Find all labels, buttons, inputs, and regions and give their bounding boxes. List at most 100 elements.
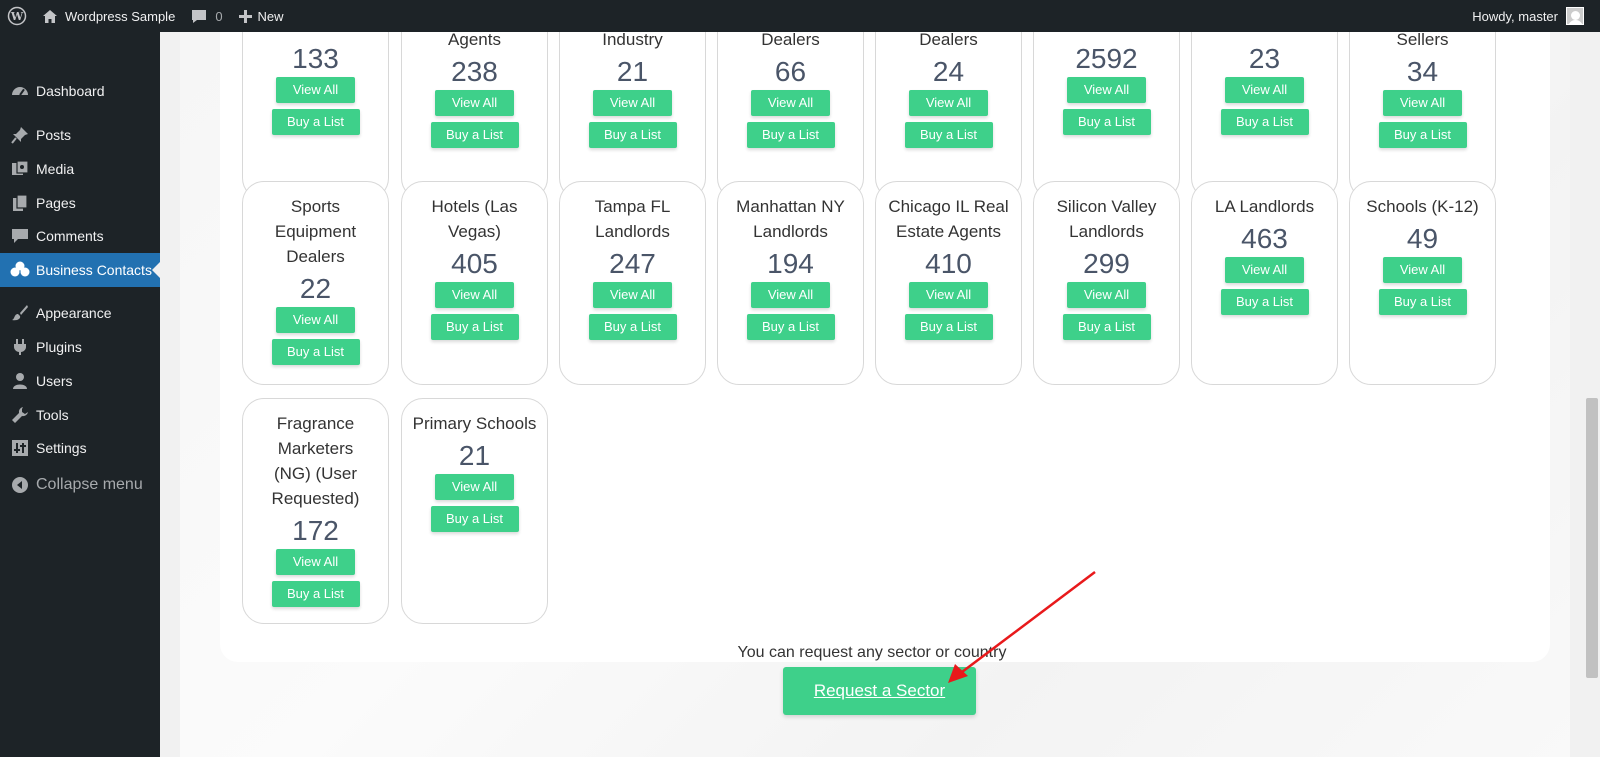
view-all-button[interactable]: View All	[1067, 77, 1146, 103]
view-all-button[interactable]: View All	[593, 90, 672, 116]
buy-a-list-button[interactable]: Buy a List	[1378, 122, 1467, 148]
buy-a-list-button[interactable]: Buy a List	[271, 339, 360, 365]
sector-card: Schools (K-12) 49 View All Buy a List	[1349, 181, 1496, 385]
menu-label: Business Contacts	[36, 262, 152, 278]
buy-a-list-button[interactable]: Buy a List	[271, 109, 360, 135]
sector-card: Dealers 24 View All Buy a List	[875, 32, 1022, 200]
menu-item-comments[interactable]: Comments	[0, 219, 160, 253]
buy-a-list-button[interactable]: Buy a List	[271, 581, 360, 607]
buy-a-list-button[interactable]: Buy a List	[1220, 289, 1309, 315]
sector-name: Industry	[602, 32, 663, 49]
greeting: Howdy, master	[1472, 8, 1558, 24]
my-account-link[interactable]: Howdy, master	[1464, 0, 1600, 32]
brush-icon	[0, 304, 36, 322]
sector-count: 299	[1083, 248, 1130, 279]
comments-link[interactable]: 0	[183, 0, 230, 32]
sector-name: Tampa FL Landlords	[594, 197, 671, 241]
view-all-button[interactable]: View All	[435, 282, 514, 308]
view-all-button[interactable]: View All	[435, 90, 514, 116]
buy-a-list-button[interactable]: Buy a List	[1062, 109, 1151, 135]
buy-a-list-button[interactable]: Buy a List	[1220, 109, 1309, 135]
sector-count: 247	[609, 248, 656, 279]
view-all-button[interactable]: View All	[1383, 257, 1462, 283]
sector-name: Primary Schools	[412, 414, 537, 433]
new-content-link[interactable]: New	[231, 0, 292, 32]
sector-count: 405	[451, 248, 498, 279]
buy-a-list-button[interactable]: Buy a List	[588, 122, 677, 148]
sector-count: 23	[1248, 43, 1281, 74]
menu-label: Dashboard	[36, 83, 105, 99]
view-all-button[interactable]: View All	[593, 282, 672, 308]
request-sector-text: You can request any sector or country	[737, 644, 1007, 661]
menu-item-appearance[interactable]: Appearance	[0, 296, 160, 330]
view-all-button[interactable]: View All	[751, 90, 830, 116]
view-all-button[interactable]: View All	[276, 77, 355, 103]
sector-name: Agents	[448, 32, 501, 49]
view-all-button[interactable]: View All	[909, 90, 988, 116]
view-all-button[interactable]: View All	[276, 549, 355, 575]
menu-item-dashboard[interactable]: Dashboard	[0, 74, 160, 108]
site-name-link[interactable]: Wordpress Sample	[34, 0, 183, 32]
buy-a-list-button[interactable]: Buy a List	[746, 122, 835, 148]
settings-icon	[0, 439, 36, 457]
menu-label: Tools	[36, 407, 69, 423]
sector-name: Sports Equipment Dealers	[274, 197, 357, 266]
menu-item-tools[interactable]: Tools	[0, 398, 160, 432]
buy-a-list-button[interactable]: Buy a List	[1378, 289, 1467, 315]
buy-a-list-button[interactable]: Buy a List	[904, 314, 993, 340]
view-all-button[interactable]: View All	[1225, 257, 1304, 283]
view-all-button[interactable]: View All	[1067, 282, 1146, 308]
request-sector-button[interactable]: Request a Sector	[783, 667, 976, 715]
sector-card: Manhattan NY Landlords 194 View All Buy …	[717, 181, 864, 385]
menu-item-plugins[interactable]: Plugins	[0, 330, 160, 364]
site-name: Wordpress Sample	[65, 8, 176, 24]
sector-count: 24	[932, 56, 965, 87]
sector-name: Sellers	[1396, 32, 1449, 49]
admin-sidebar: Dashboard Posts Media Pages Comments Bus…	[0, 32, 160, 757]
sector-card: Industry 21 View All Buy a List	[559, 32, 706, 200]
buy-a-list-button[interactable]: Buy a List	[430, 506, 519, 532]
menu-item-settings[interactable]: Settings	[0, 431, 160, 465]
view-all-button[interactable]: View All	[909, 282, 988, 308]
menu-label: Pages	[36, 195, 76, 211]
sector-name: Schools (K-12)	[1366, 197, 1479, 216]
buy-a-list-button[interactable]: Buy a List	[588, 314, 677, 340]
sector-card: Silicon Valley Landlords 299 View All Bu…	[1033, 181, 1180, 385]
sector-name: LA Landlords	[1214, 197, 1315, 216]
sector-card: Chicago IL Real Estate Agents 410 View A…	[875, 181, 1022, 385]
buy-a-list-button[interactable]: Buy a List	[430, 314, 519, 340]
sector-count: 34	[1406, 56, 1439, 87]
buy-a-list-button[interactable]: Buy a List	[430, 122, 519, 148]
menu-item-users[interactable]: Users	[0, 364, 160, 398]
buy-a-list-button[interactable]: Buy a List	[1062, 314, 1151, 340]
buy-a-list-button[interactable]: Buy a List	[904, 122, 993, 148]
view-all-button[interactable]: View All	[751, 282, 830, 308]
sector-card: Sellers 34 View All Buy a List	[1349, 32, 1496, 200]
menu-label: Appearance	[36, 305, 112, 321]
plus-icon	[238, 9, 252, 23]
menu-label: Plugins	[36, 339, 82, 355]
sector-card: Primary Schools 21 View All Buy a List	[401, 398, 548, 624]
comment-bubble-icon	[191, 9, 207, 24]
sector-count: 410	[925, 248, 972, 279]
menu-item-pages[interactable]: Pages	[0, 186, 160, 220]
media-icon	[0, 160, 36, 178]
view-all-button[interactable]: View All	[435, 474, 514, 500]
menu-item-media[interactable]: Media	[0, 152, 160, 186]
groups-icon	[0, 261, 36, 279]
sector-name: Silicon Valley Landlords	[1056, 197, 1157, 241]
collapse-menu-button[interactable]: Collapse menu	[0, 468, 160, 502]
view-all-button[interactable]: View All	[1383, 90, 1462, 116]
view-all-button[interactable]: View All	[1225, 77, 1304, 103]
sector-count: 172	[292, 515, 339, 546]
menu-item-business-contacts[interactable]: Business Contacts	[0, 253, 160, 287]
buy-a-list-button[interactable]: Buy a List	[746, 314, 835, 340]
menu-item-posts[interactable]: Posts	[0, 118, 160, 152]
wordpress-logo-icon[interactable]: W	[0, 0, 34, 32]
view-all-button[interactable]: View All	[276, 307, 355, 333]
sector-card: LA Landlords 463 View All Buy a List	[1191, 181, 1338, 385]
main-content: 133 View All Buy a List Agents 238 View …	[160, 32, 1584, 757]
scrollbar-thumb[interactable]	[1586, 398, 1598, 678]
menu-label: Users	[36, 373, 73, 389]
sector-count: 49	[1406, 223, 1439, 254]
